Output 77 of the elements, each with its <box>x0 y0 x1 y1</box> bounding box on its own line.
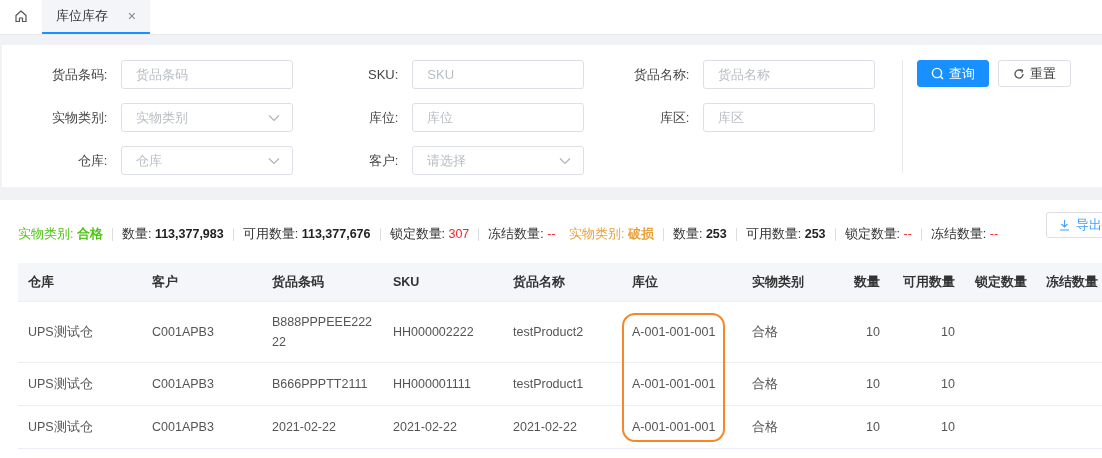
table-cell: UPS测试仓 <box>28 325 93 339</box>
column-header: 实物类别 <box>751 273 805 291</box>
table-cell: 10 <box>941 420 955 434</box>
column-header: 仓库 <box>27 273 55 291</box>
stat-text: 锁定数量: -- <box>844 225 912 243</box>
input-field[interactable]: 库区 <box>703 103 875 132</box>
table-cell: 10 <box>866 325 880 339</box>
table-cell: B666PPPTT2111 <box>272 377 368 391</box>
stat-text: 数量: 113,377,983 <box>121 225 224 243</box>
table-cell: 合格 <box>752 325 778 339</box>
column-header: 可用数量 <box>902 273 956 291</box>
category-text: 实物类别: 合格 <box>18 225 103 243</box>
stat-text: 数量: 253 <box>672 225 727 243</box>
chevron-down-icon <box>559 156 571 165</box>
field-label: 实物类别: <box>50 108 109 127</box>
table-cell: 2021-02-22 <box>393 420 457 434</box>
select-field[interactable]: 实物类别 <box>121 103 293 132</box>
field-label: 仓库: <box>76 151 109 170</box>
stat-text: 可用数量: 253 <box>745 225 826 243</box>
stat-text: 可用数量: 113,377,676 <box>242 225 371 243</box>
table-cell: testProduct1 <box>513 377 584 391</box>
column-header: 数量 <box>853 273 881 291</box>
stat-text: 冻结数量: -- <box>488 225 556 243</box>
stat-text: 锁定数量: 307 <box>389 225 470 243</box>
table-cell: C001APB3 <box>152 325 214 339</box>
table-cell: C001APB3 <box>152 377 214 391</box>
table-cell: 2021-02-22 <box>272 420 336 434</box>
column-header: 客户 <box>151 273 179 291</box>
table-cell: UPS测试仓 <box>28 420 93 434</box>
input-field[interactable]: 货品名称 <box>703 60 875 89</box>
input-field[interactable]: SKU <box>412 60 584 89</box>
column-header: 锁定数量 <box>974 273 1028 291</box>
close-icon[interactable]: × <box>127 8 136 24</box>
page-tab[interactable]: 库位库存 × <box>42 0 150 34</box>
tab-label[interactable]: 库位库存 <box>56 7 108 25</box>
column-header: SKU <box>392 275 421 289</box>
table-cell: 合格 <box>752 377 778 391</box>
reset-button[interactable]: 重置 <box>998 60 1071 87</box>
field-label: 库区: <box>658 108 691 127</box>
table-cell: B888PPPEEE22222 <box>272 315 373 349</box>
export-button[interactable]: 导出 <box>1046 212 1102 238</box>
home-icon <box>14 9 28 23</box>
table-cell: 10 <box>941 377 955 391</box>
category-text: 实物类别: 破损 <box>569 225 654 243</box>
column-header: 货品名称 <box>512 273 566 291</box>
field-label: 货品条码: <box>50 65 109 84</box>
chevron-down-icon <box>268 113 280 122</box>
refresh-icon <box>1013 67 1025 80</box>
search-button[interactable]: 查询 <box>917 60 989 87</box>
input-field[interactable]: 库位 <box>412 103 584 132</box>
column-header: 库位 <box>631 273 659 291</box>
table-cell: 合格 <box>752 420 778 434</box>
field-label: 客户: <box>367 151 400 170</box>
table-cell: UPS测试仓 <box>28 377 93 391</box>
table-cell: 2021-02-22 <box>513 420 577 434</box>
field-label: SKU: <box>366 67 400 82</box>
select-field[interactable]: 仓库 <box>121 146 293 175</box>
table-cell: 10 <box>866 377 880 391</box>
table-cell: HH000001111 <box>393 377 471 391</box>
column-header: 货品条码 <box>271 273 325 291</box>
field-label: 货品名称: <box>632 65 691 84</box>
search-icon <box>931 67 944 80</box>
table-cell: C001APB3 <box>152 420 214 434</box>
chevron-down-icon <box>268 156 280 165</box>
field-label: 库位: <box>367 108 400 127</box>
table-cell: HH000002222 <box>393 325 474 339</box>
table-cell: A-001-001-001 <box>632 325 716 339</box>
table-cell: 10 <box>941 325 955 339</box>
column-header: 冻结数量 <box>1045 273 1099 291</box>
select-field[interactable]: 请选择 <box>412 146 584 175</box>
download-icon <box>1059 219 1070 231</box>
table-cell: 10 <box>866 420 880 434</box>
input-field[interactable]: 货品条码 <box>121 60 293 89</box>
table-cell: A-001-001-001 <box>632 420 716 434</box>
table-cell: testProduct2 <box>513 325 584 339</box>
stat-text: 冻结数量: -- <box>930 225 999 243</box>
table-cell: A-001-001-001 <box>632 377 716 391</box>
